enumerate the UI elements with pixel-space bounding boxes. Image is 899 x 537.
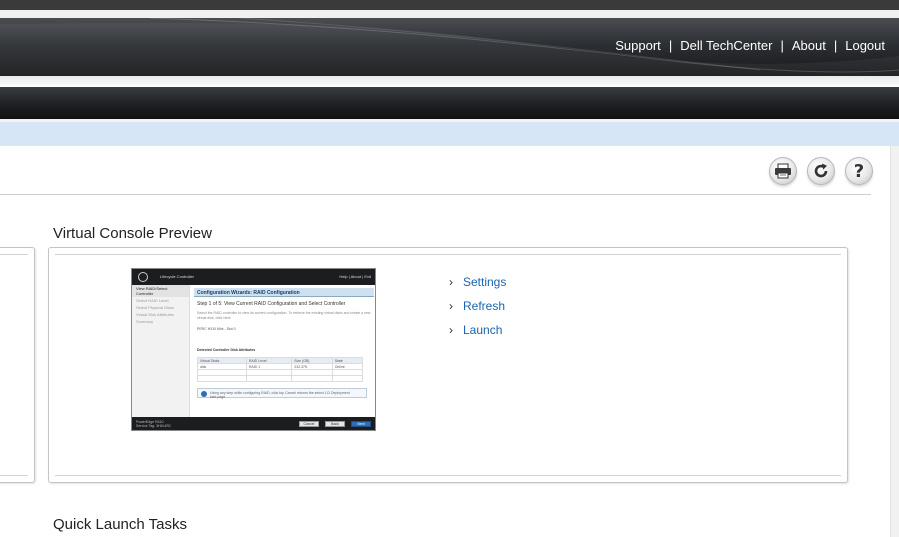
preview-description: Select the RAID controller to view its c… [197,311,371,320]
refresh-icon[interactable] [807,157,835,185]
preview-header-links: Help | About | Exit [339,274,371,279]
about-link[interactable]: About [792,38,826,53]
preview-footer: PowerEdge R410 Service Tag: 3H4L4R1 Canc… [132,417,375,430]
preview-sidebar-item: Select RAID Level [136,298,169,303]
refresh-link-label: Refresh [463,299,506,313]
console-preview-image[interactable]: Lifecycle Controller Help | About | Exit… [131,268,376,431]
preview-table-title: Detected Controller Disk Attributes [197,348,256,352]
preview-wizard-title: Configuration Wizards: RAID Configuratio… [194,288,374,297]
preview-footer-text: PowerEdge R410 Service Tag: 3H4L4R1 [136,420,171,428]
chevron-right-icon: › [449,323,453,337]
virtual-console-links: › Settings › Refresh › Launch [449,270,506,342]
dell-techcenter-link[interactable]: Dell TechCenter [680,38,772,53]
preview-next-button: Next [351,421,371,427]
preview-sidebar-item: Select Physical Disks [136,305,175,310]
preview-controller-option: PERC H310 Mini - Slot 0 [197,327,236,331]
link-separator: | [833,38,838,53]
preview-sidebar-item: View RAID/Select Controller [132,285,189,297]
launch-link[interactable]: › Launch [449,318,506,342]
top-strip-light [0,10,899,18]
preview-table: Virtual Disks RAID Level Size (GB) State… [197,357,364,382]
navigation-bar [0,87,899,119]
breadcrumb-bar [0,122,899,146]
panel-bottom-rule [0,475,28,476]
panel-top-rule [55,254,841,255]
print-icon[interactable] [769,157,797,185]
left-panel-edge [0,247,35,483]
help-icon[interactable]: ? [845,157,873,185]
settings-link[interactable]: › Settings [449,270,506,294]
preview-sidebar: View RAID/Select Controller Select RAID … [132,285,190,419]
svg-text:?: ? [854,161,864,181]
preview-sidebar-item: Virtual Disk Attributes [136,312,174,317]
settings-link-label: Settings [463,275,507,289]
quick-launch-title: Quick Launch Tasks [53,516,187,533]
launch-link-label: Launch [463,323,503,337]
link-separator: | [668,38,673,53]
preview-step: Step 1 of 5: View Current RAID Configura… [197,301,346,307]
header-gap [0,76,899,87]
support-link[interactable]: Support [615,38,661,53]
dell-logo-icon [138,272,148,282]
preview-info-box: Using any step while configuring RAID, c… [197,388,367,399]
logout-link[interactable]: Logout [845,38,885,53]
preview-footer-line: Service Tag: 3H4L4R1 [136,424,171,428]
preview-back-button: Back [325,421,345,427]
preview-sidebar-item: Summary [136,319,154,324]
refresh-link[interactable]: › Refresh [449,294,506,318]
chevron-right-icon: › [449,299,453,313]
virtual-console-title: Virtual Console Preview [53,225,212,242]
panel-bottom-rule [55,475,841,476]
toolbar-divider [0,194,871,195]
preview-main: Configuration Wizards: RAID Configuratio… [194,288,374,418]
preview-header: Lifecycle Controller Help | About | Exit [132,269,375,285]
chevron-right-icon: › [449,275,453,289]
vertical-scrollbar[interactable] [890,146,899,537]
panel-top-rule [0,254,28,255]
page-toolbar: ? [769,157,873,185]
virtual-console-panel: Lifecycle Controller Help | About | Exit… [48,247,848,483]
banner-header: Support | Dell TechCenter | About | Logout [0,18,899,76]
preview-cancel-button: Cancel [299,421,319,427]
top-strip [0,0,899,10]
preview-header-title: Lifecycle Controller [160,274,195,279]
link-separator: | [780,38,784,53]
top-links: Support | Dell TechCenter | About | Logout [615,38,885,53]
